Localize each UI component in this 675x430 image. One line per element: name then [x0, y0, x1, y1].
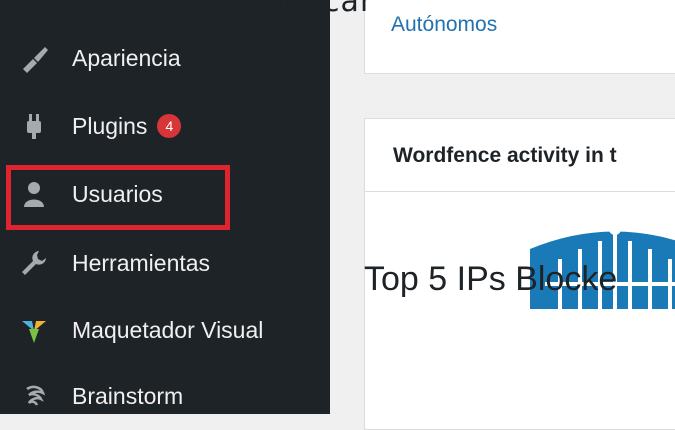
sidebar-item-label: Maquetador Visual — [72, 316, 264, 343]
sidebar-item-maquetador-visual[interactable]: Maquetador Visual — [0, 300, 330, 360]
sidebar-item-apariencia[interactable]: Apariencia — [0, 28, 330, 88]
sidebar-item-brainstorm[interactable]: Brainstorm — [0, 366, 330, 426]
sidebar-item-plugins[interactable]: Plugins 4 — [0, 96, 330, 156]
admin-sidebar: Apariencia Plugins 4 Usuarios Herramient… — [0, 0, 330, 414]
wrench-icon — [18, 247, 50, 279]
plug-icon — [18, 110, 50, 142]
update-count-badge: 4 — [157, 114, 182, 138]
card-header: Wordfence activity in t — [365, 119, 675, 192]
sidebar-item-label: Plugins — [72, 112, 148, 139]
paintbrush-icon — [18, 42, 50, 74]
sidebar-item-label: Apariencia — [72, 44, 181, 71]
sidebar-item-herramientas[interactable]: Herramientas — [0, 233, 330, 293]
visual-builder-icon — [18, 314, 50, 346]
top-ips-heading: Top 5 IPs Blocke — [364, 260, 618, 298]
dashboard-main: Autónomos Wordfence activity in t Top 5 … — [330, 0, 675, 430]
usuarios-highlight-box — [6, 165, 230, 230]
brainstorm-icon — [18, 380, 50, 412]
sidebar-item-label: Herramientas — [72, 249, 211, 276]
card-title: Wordfence activity in t — [393, 144, 617, 167]
overlay-caption: puede editar o publicar — [0, 0, 374, 19]
sidebar-item-label: Brainstorm — [72, 382, 184, 409]
